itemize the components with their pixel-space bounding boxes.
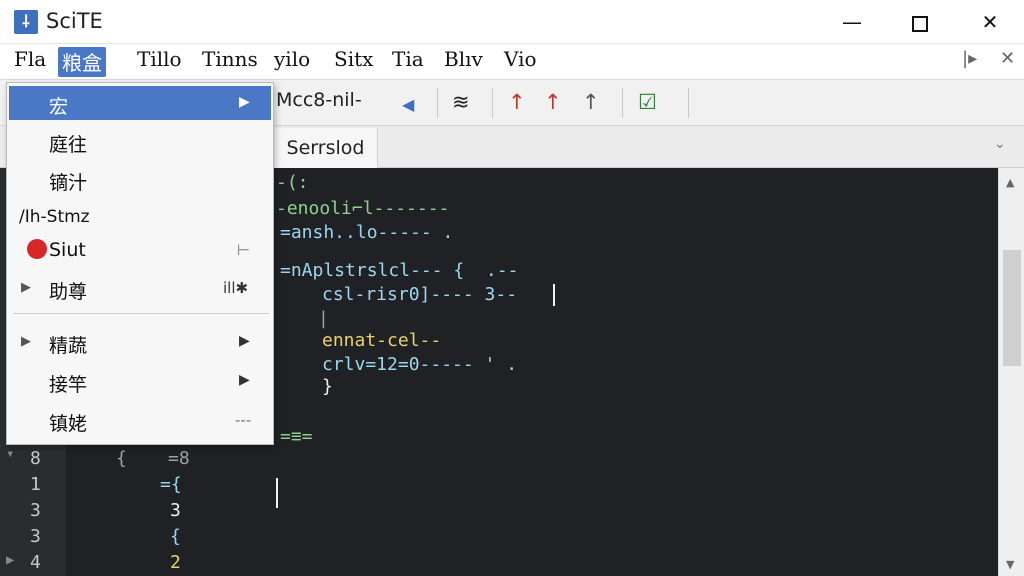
fold-icon[interactable]: ▾ bbox=[6, 446, 14, 462]
dropdown-item-label: 庭往 bbox=[49, 134, 88, 156]
line-number: 4 bbox=[30, 552, 41, 573]
code-line: crlv=12=0----- ' . bbox=[322, 354, 518, 375]
title-bar: ⸸ SciTE — ✕ bbox=[0, 0, 1024, 44]
submenu-arrow-icon: ▶ bbox=[239, 372, 250, 388]
submenu-arrow-icon: ▶ bbox=[239, 333, 250, 349]
line-number: 3 bbox=[30, 500, 41, 521]
sort-up-icon[interactable]: ↑ bbox=[508, 89, 526, 115]
code-line: -(: bbox=[276, 172, 309, 193]
scroll-down-icon[interactable]: ▼ bbox=[1006, 558, 1014, 571]
toolbar-separator bbox=[437, 88, 438, 118]
scroll-thumb[interactable] bbox=[1003, 250, 1021, 366]
menu-view[interactable]: yilo bbox=[270, 47, 314, 77]
menu-edit[interactable]: 粮盒 bbox=[58, 47, 106, 77]
code-line: =nAplstrslcl--- { .-- bbox=[280, 260, 519, 281]
scite-icon: ⸸ bbox=[14, 10, 38, 34]
tab-file[interactable]: Serrslod bbox=[274, 128, 378, 168]
maximize-button[interactable] bbox=[886, 0, 954, 44]
dropdown-item-label: /Ih-Stmz bbox=[19, 207, 90, 227]
dropdown-item-label: 镝汁 bbox=[49, 172, 88, 194]
scroll-up-icon[interactable]: ▲ bbox=[1006, 176, 1014, 189]
dropdown-item-label: Siut bbox=[49, 239, 86, 261]
dropdown-item[interactable]: /Ih-Stmz bbox=[9, 201, 271, 235]
code-fragment: { bbox=[170, 526, 181, 547]
vertical-scrollbar[interactable]: ▲ ▼ bbox=[998, 168, 1024, 576]
dropdown-item[interactable]: 镝汁 bbox=[9, 162, 271, 196]
dropdown-separator bbox=[13, 313, 269, 314]
menu-file[interactable]: Fla bbox=[10, 47, 50, 77]
submenu-arrow-icon: ▶ bbox=[239, 94, 250, 110]
dropdown-item-label: 助尊 bbox=[49, 281, 88, 303]
code-line: ennat-cel-- bbox=[322, 330, 442, 351]
dropdown-item[interactable]: 接竿 ▶ bbox=[9, 364, 271, 398]
toolbar-label: Mcc8-nil- bbox=[276, 89, 362, 111]
shortcut-text: --- bbox=[235, 411, 252, 429]
close-button[interactable]: ✕ bbox=[956, 0, 1024, 44]
menu-language[interactable]: Tia bbox=[388, 47, 428, 77]
code-line: | bbox=[318, 308, 329, 329]
menu-restore-icon[interactable]: |▸ bbox=[962, 48, 977, 69]
dropdown-item[interactable]: 镇姥 --- bbox=[9, 403, 271, 437]
toolbar-separator bbox=[688, 88, 689, 118]
minimize-icon: — bbox=[842, 10, 862, 34]
dropdown-item-label: 宏 bbox=[49, 96, 69, 118]
code-line: } bbox=[322, 376, 333, 397]
expand-icon: ▶ bbox=[21, 280, 31, 295]
toolbar-separator bbox=[622, 88, 623, 118]
menu-help[interactable]: Vio bbox=[500, 47, 541, 77]
arrow-up-gray-icon[interactable]: ↑ bbox=[582, 89, 600, 115]
fold-icon[interactable]: ▶ bbox=[6, 552, 14, 568]
code-line: -enooli⌐l------- bbox=[276, 198, 450, 219]
wrap-icon[interactable]: ≋ bbox=[452, 89, 470, 115]
expand-icon: ▶ bbox=[21, 334, 31, 349]
text-cursor bbox=[276, 478, 278, 508]
menu-buffers[interactable]: Blıv bbox=[440, 47, 487, 77]
menu-search[interactable]: Sitx bbox=[330, 47, 377, 77]
back-icon[interactable]: ◀ bbox=[402, 92, 414, 118]
line-number: 1 bbox=[30, 474, 41, 495]
shortcut-text: ⊢ bbox=[237, 241, 251, 259]
dropdown-item-label: 镇姥 bbox=[49, 413, 88, 435]
menu-bar: Fla 粮盒 Tillo Tinns yilo Sitx Tia Blıv Vi… bbox=[0, 44, 1024, 80]
dropdown-item[interactable]: ▶ 精蔬 ▶ bbox=[9, 325, 271, 359]
close-icon: ✕ bbox=[981, 10, 999, 34]
code-fragment: { bbox=[116, 448, 127, 469]
minimize-button[interactable]: — bbox=[818, 0, 886, 44]
menu-close-icon[interactable]: ✕ bbox=[1000, 48, 1015, 69]
checkbox-icon[interactable]: ☑ bbox=[638, 89, 657, 115]
arrow-up-icon[interactable]: ↑ bbox=[544, 89, 562, 115]
menu-options[interactable]: Tinns bbox=[198, 47, 262, 77]
breakpoint-icon bbox=[27, 239, 47, 259]
maximize-icon bbox=[912, 15, 928, 32]
edit-menu-dropdown: 宏 ▶ 庭往 镝汁 /Ih-Stmz Siut ⊢ ▶ 助尊 ill✱ ▶ 精蔬… bbox=[6, 82, 274, 445]
text-cursor bbox=[553, 284, 555, 306]
chevron-down-icon[interactable]: ⌄ bbox=[994, 136, 1006, 152]
line-number: 8 bbox=[30, 448, 41, 469]
code-fragment: 3 bbox=[170, 500, 181, 521]
dropdown-item-macro[interactable]: 宏 ▶ bbox=[9, 86, 271, 120]
window-title: SciTE bbox=[46, 9, 103, 33]
dropdown-item-label: 精蔬 bbox=[49, 335, 88, 357]
dropdown-item[interactable]: ▶ 助尊 ill✱ bbox=[9, 271, 271, 305]
code-fragment: 2 bbox=[170, 552, 181, 573]
code-fragment: ={ bbox=[160, 474, 182, 495]
dropdown-item-label: 接竿 bbox=[49, 374, 88, 396]
code-line: =ansh..lo----- . bbox=[280, 222, 454, 243]
line-number: 3 bbox=[30, 526, 41, 547]
code-line: csl-risr0]---- 3-- bbox=[322, 284, 518, 305]
dropdown-item-breakpoint[interactable]: Siut ⊢ bbox=[9, 233, 271, 267]
code-line: =≡= bbox=[280, 426, 313, 447]
shortcut-text: ill✱ bbox=[223, 279, 249, 297]
dropdown-item[interactable]: 庭往 bbox=[9, 124, 271, 158]
menu-tools[interactable]: Tillo bbox=[133, 47, 186, 77]
code-fragment: =8 bbox=[168, 448, 190, 469]
toolbar-separator bbox=[492, 88, 493, 118]
